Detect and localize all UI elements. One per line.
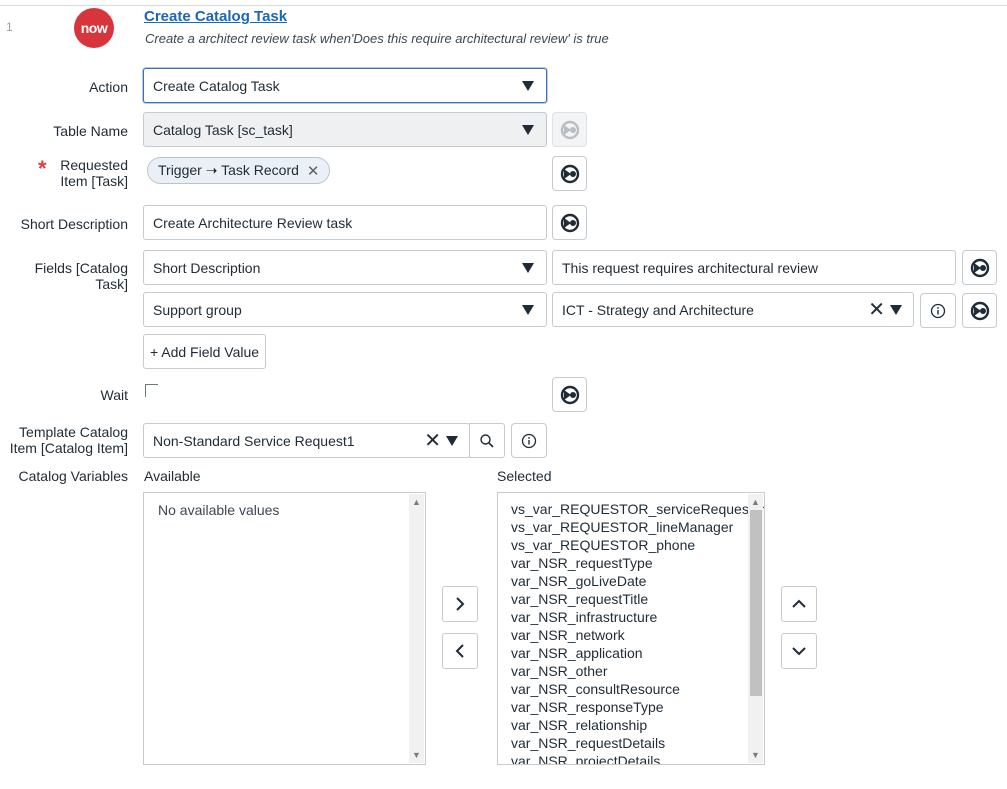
selected-list-item[interactable]: var_NSR_requestType <box>511 554 764 572</box>
table-name-value: Catalog Task [sc_task] <box>153 121 293 138</box>
scroll-up-icon[interactable]: ▲ <box>751 497 760 507</box>
selected-list-item[interactable]: var_NSR_infrastructure <box>511 608 764 626</box>
step-number: 1 <box>6 20 13 34</box>
step-title-link[interactable]: Create Catalog Task <box>144 8 287 25</box>
move-up-button[interactable] <box>781 586 817 622</box>
chevron-down-icon[interactable] <box>890 304 902 315</box>
chevron-down-icon <box>522 80 534 91</box>
scroll-down-icon[interactable]: ▼ <box>412 750 421 760</box>
field-value-input[interactable]: This request requires architectural revi… <box>552 250 956 285</box>
add-selected-button[interactable] <box>442 586 478 622</box>
data-pill-picker-button[interactable] <box>962 250 997 285</box>
chevron-left-icon <box>455 644 464 658</box>
remove-selected-button[interactable] <box>442 633 478 669</box>
selected-list-item[interactable]: vs_var_REQUESTOR_lineManager <box>511 518 764 536</box>
selected-list-item[interactable]: var_NSR_application <box>511 644 764 662</box>
catalog-variables-label: Catalog Variables <box>18 468 128 484</box>
required-indicator: * <box>38 156 47 181</box>
data-pill-icon <box>970 258 989 277</box>
selected-list-item[interactable]: var_NSR_goLiveDate <box>511 572 764 590</box>
chevron-down-icon <box>792 647 806 656</box>
table-name-label: Table Name <box>53 123 128 139</box>
clear-icon[interactable]: ✕ <box>424 431 441 451</box>
scrollbar-thumb[interactable] <box>750 510 762 696</box>
chevron-down-icon <box>522 262 534 273</box>
clear-icon[interactable]: ✕ <box>868 300 885 320</box>
lookup-button[interactable] <box>469 423 505 458</box>
info-icon <box>521 433 537 448</box>
field-value-reference[interactable]: ICT - Strategy and Architecture ✕ <box>552 292 914 327</box>
short-description-input[interactable]: Create Architecture Review task <box>143 205 547 240</box>
selected-list-item[interactable]: var_NSR_responseType <box>511 698 764 716</box>
action-select[interactable]: Create Catalog Task <box>143 68 547 103</box>
field-name-value: Support group <box>153 301 242 318</box>
field-name-select[interactable]: Support group <box>143 292 547 327</box>
wait-label: Wait <box>100 387 128 403</box>
selected-list-item[interactable]: vs_var_REQUESTOR_serviceRequestor <box>511 500 764 518</box>
info-button[interactable] <box>511 423 547 458</box>
chevron-right-icon <box>456 597 465 611</box>
template-catalog-item-label: Template Catalog Item [Catalog Item] <box>9 424 128 456</box>
available-scrollbar[interactable]: ▲ ▼ <box>409 494 424 763</box>
data-pill-token[interactable]: Trigger ➝ Task Record ✕ <box>147 157 331 184</box>
action-select-value: Create Catalog Task <box>153 77 280 94</box>
field-name-select[interactable]: Short Description <box>143 250 547 285</box>
selected-label: Selected <box>497 468 552 484</box>
selected-list-item[interactable]: var_NSR_consultResource <box>511 680 764 698</box>
info-icon <box>930 303 946 318</box>
add-field-value-button[interactable]: + Add Field Value <box>143 334 266 369</box>
data-pill-picker-button[interactable] <box>962 293 997 328</box>
selected-list-item[interactable]: var_NSR_other <box>511 662 764 680</box>
short-description-label: Short Description <box>20 216 128 232</box>
data-pill-picker-button[interactable] <box>552 377 587 412</box>
selected-items-list: vs_var_REQUESTOR_serviceRequestor vs_var_… <box>511 500 764 764</box>
requested-item-label: Requested Item [Task] <box>60 157 128 189</box>
selected-list-item[interactable]: var_NSR_requestTitle <box>511 590 764 608</box>
template-catalog-item-value: Non-Standard Service Request1 <box>153 432 355 449</box>
selected-listbox[interactable]: vs_var_REQUESTOR_serviceRequestor vs_var_… <box>497 492 765 765</box>
move-down-button[interactable] <box>781 633 817 669</box>
data-pill-picker-button[interactable] <box>552 112 587 147</box>
fields-label: Fields [Catalog Task] <box>34 260 128 292</box>
selected-list-item[interactable]: var_NSR_requestDetails <box>511 734 764 752</box>
selected-scrollbar[interactable]: ▲ ▼ <box>748 494 763 763</box>
selected-list-item[interactable]: var_NSR_relationship <box>511 716 764 734</box>
action-label: Action <box>89 79 128 95</box>
wait-checkbox[interactable] <box>145 384 158 397</box>
field-value-text: ICT - Strategy and Architecture <box>562 301 754 318</box>
servicenow-logo: now <box>74 8 114 48</box>
data-pill-icon <box>560 385 579 404</box>
available-empty-text: No available values <box>158 502 280 518</box>
data-pill-picker-button[interactable] <box>552 156 587 191</box>
chevron-down-icon[interactable] <box>446 435 458 446</box>
data-pill-icon <box>560 213 579 232</box>
close-icon[interactable]: ✕ <box>307 162 320 180</box>
short-description-value: Create Architecture Review task <box>153 214 353 231</box>
step-subtitle: Create a architect review task when'Does… <box>145 31 609 46</box>
data-pill-icon <box>970 301 989 320</box>
data-pill-icon <box>560 120 579 139</box>
field-value-text: This request requires architectural revi… <box>562 259 818 276</box>
top-divider <box>0 5 1007 6</box>
selected-list-item[interactable]: vs_var_REQUESTOR_phone <box>511 536 764 554</box>
selected-list-item[interactable]: var_NSR_network <box>511 626 764 644</box>
template-catalog-item-reference[interactable]: Non-Standard Service Request1 ✕ <box>143 423 470 458</box>
scroll-up-icon[interactable]: ▲ <box>412 497 421 507</box>
chevron-down-icon <box>522 304 534 315</box>
chevron-down-icon <box>522 124 534 135</box>
data-pill-icon <box>560 164 579 183</box>
scroll-down-icon[interactable]: ▼ <box>751 750 760 760</box>
data-pill-token-label: Trigger ➝ Task Record <box>158 162 299 178</box>
available-label: Available <box>144 468 201 484</box>
table-name-select[interactable]: Catalog Task [sc_task] <box>143 112 547 147</box>
field-name-value: Short Description <box>153 259 261 276</box>
info-button[interactable] <box>920 293 956 328</box>
selected-list-item[interactable]: var_NSR_projectDetails <box>511 752 764 764</box>
chevron-up-icon <box>792 599 806 608</box>
data-pill-picker-button[interactable] <box>552 205 587 240</box>
available-listbox[interactable]: No available values ▲ ▼ <box>143 492 426 765</box>
search-icon <box>480 433 494 448</box>
